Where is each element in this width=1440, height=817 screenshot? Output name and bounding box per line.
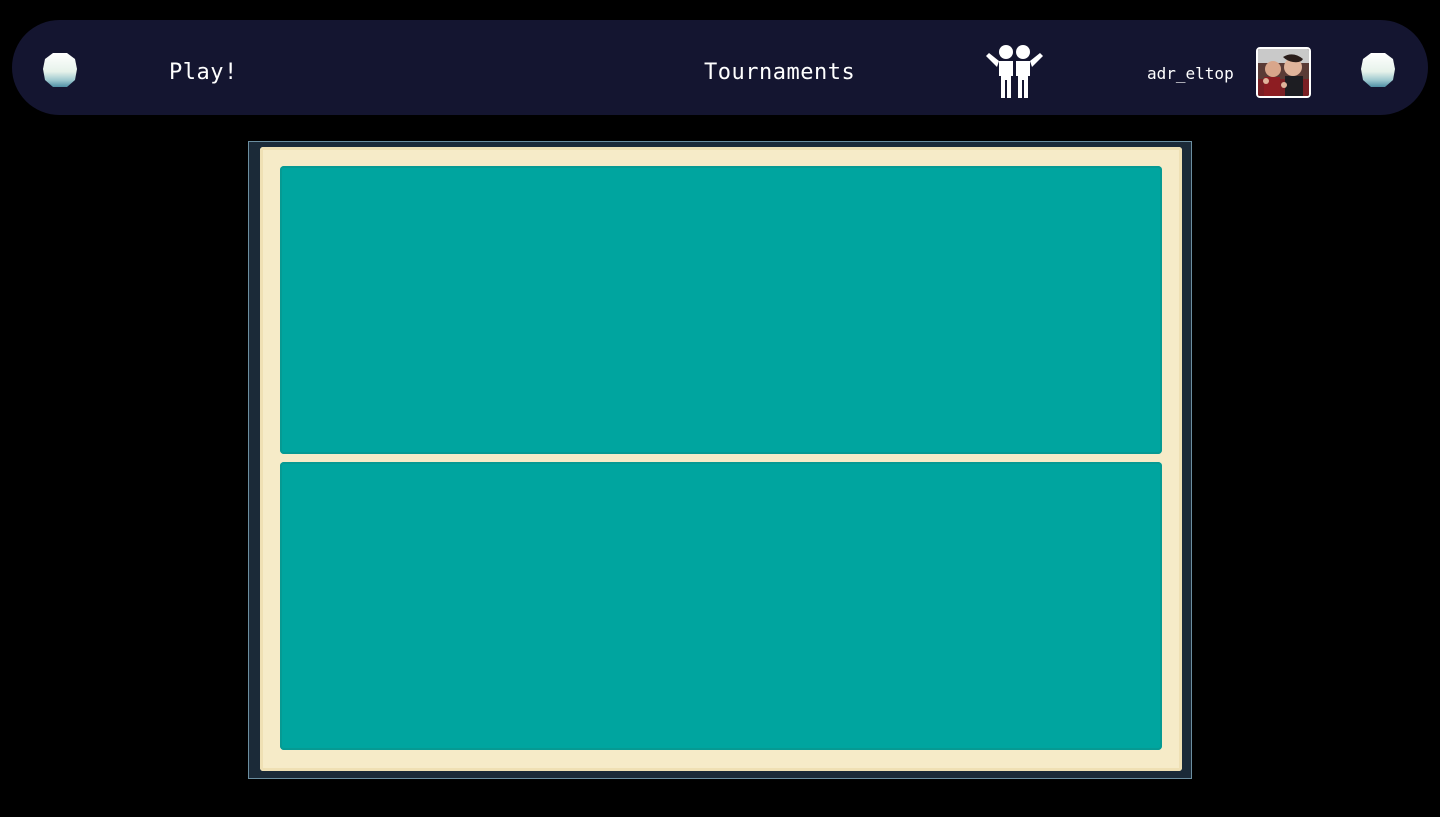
table-top-half[interactable] <box>280 166 1162 454</box>
tournaments-link[interactable]: Tournaments <box>704 60 855 85</box>
top-navbar: Play! Tournaments adr_eltop <box>12 20 1428 115</box>
moon-orb-icon[interactable] <box>42 52 78 88</box>
friends-icon[interactable] <box>986 44 1044 100</box>
username-label[interactable]: adr_eltop <box>1147 64 1234 83</box>
moon-orb-icon-right[interactable] <box>1360 52 1396 88</box>
play-link[interactable]: Play! <box>169 60 238 85</box>
user-avatar[interactable] <box>1256 47 1311 98</box>
table-bottom-half[interactable] <box>280 462 1162 750</box>
avatar-photo-icon <box>1258 49 1309 96</box>
